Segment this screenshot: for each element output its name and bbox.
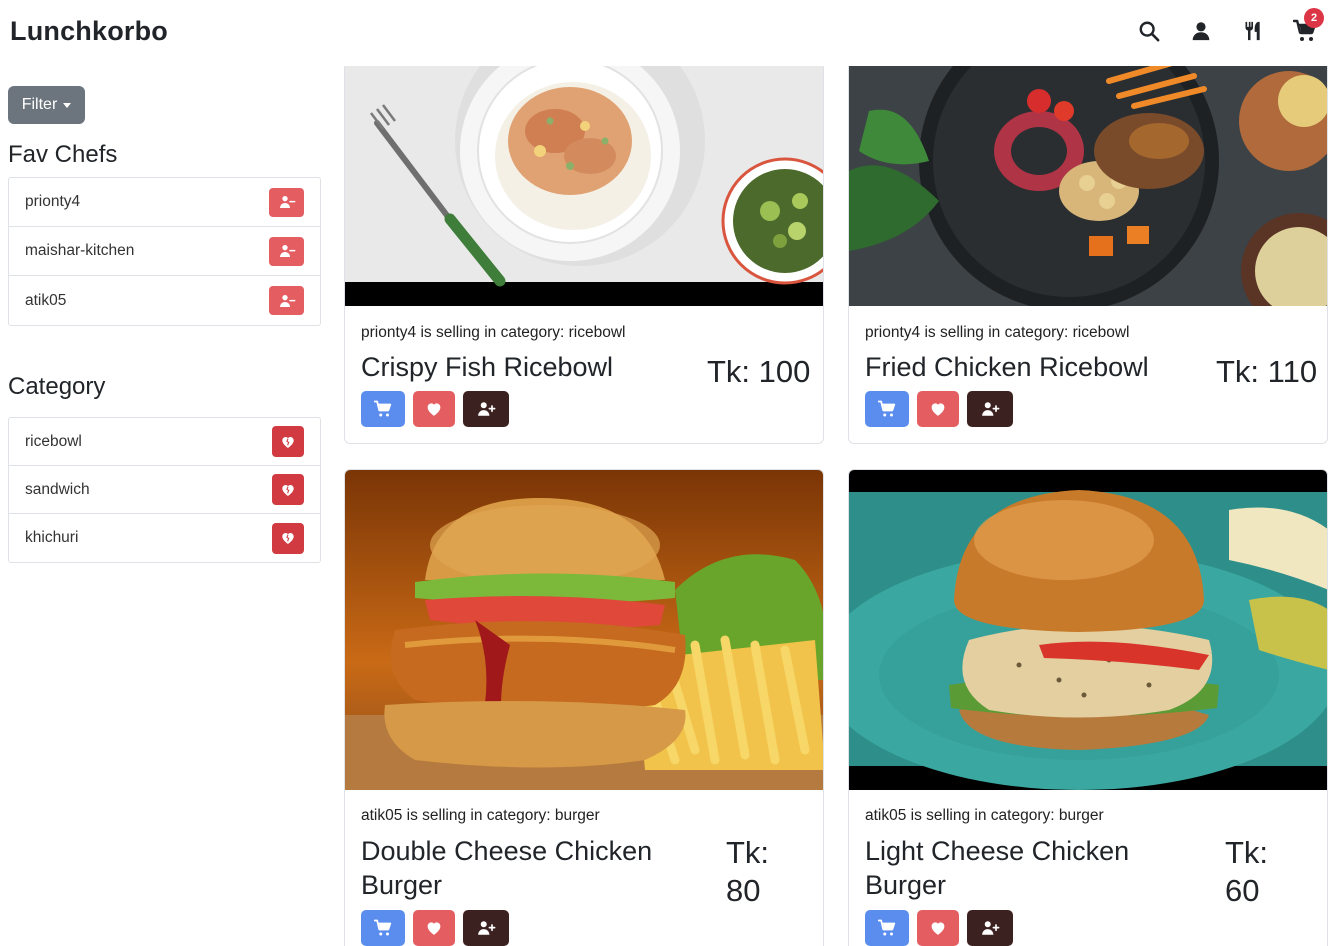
user-minus-icon	[278, 194, 296, 210]
category-item[interactable]: ricebowl	[9, 418, 320, 466]
heart-icon	[425, 400, 443, 418]
seller-info: atik05 is selling in category: burger	[361, 807, 600, 824]
favorite-button[interactable]	[917, 910, 959, 946]
category-name: ricebowl	[25, 432, 82, 450]
seller-info: prionty4 is selling in category: ricebow…	[865, 324, 1130, 341]
user-minus-icon	[278, 293, 296, 309]
add-to-cart-button[interactable]	[361, 910, 405, 946]
product-price: Tk: 80	[726, 834, 769, 910]
product-name: Double Cheese Chicken Burger	[361, 834, 652, 902]
favorite-button[interactable]	[917, 391, 959, 427]
product-name: Light Cheese Chicken Burger	[865, 834, 1129, 902]
category-name: sandwich	[25, 480, 90, 498]
user-minus-icon	[278, 243, 296, 259]
user-plus-icon	[980, 919, 1000, 937]
seller-info: atik05 is selling in category: burger	[865, 807, 1104, 824]
chef-name: prionty4	[25, 193, 81, 210]
heart-icon	[929, 919, 947, 937]
unfollow-chef-button[interactable]	[269, 286, 304, 315]
chef-item[interactable]: atik05	[9, 276, 320, 325]
cart-icon	[374, 400, 392, 418]
user-plus-icon	[980, 400, 1000, 418]
caret-down-icon	[63, 102, 72, 108]
product-price: Tk: 100	[707, 354, 811, 389]
unfollow-chef-button[interactable]	[269, 187, 304, 217]
broken-heart-icon	[280, 434, 296, 450]
product-name-line: Burger	[865, 870, 947, 900]
product-price: Tk: 60	[1225, 834, 1268, 910]
product-card: atik05 is selling in category: burger Do…	[344, 469, 824, 946]
heart-icon	[425, 919, 443, 937]
brand-logo[interactable]: Lunchkorbo	[10, 16, 168, 47]
follow-chef-button[interactable]	[463, 910, 509, 946]
chef-name: maishar-kitchen	[25, 242, 135, 259]
product-image[interactable]	[849, 470, 1327, 790]
add-to-cart-button[interactable]	[361, 391, 405, 427]
card-actions	[865, 391, 1013, 427]
product-image[interactable]	[345, 41, 823, 306]
product-name: Crispy Fish Ricebowl	[361, 352, 614, 382]
product-name-line: Double Cheese Chicken	[361, 836, 653, 866]
chef-item[interactable]: prionty4	[9, 178, 320, 227]
product-name: Fried Chicken Ricebowl	[865, 352, 1149, 382]
fav-chefs-heading: Fav Chefs	[8, 141, 118, 168]
nav-icons: 2	[1136, 8, 1324, 46]
unfav-category-button[interactable]	[272, 426, 304, 457]
add-to-cart-button[interactable]	[865, 391, 909, 427]
card-actions	[361, 910, 509, 946]
filter-label: Filter	[21, 96, 58, 113]
category-item[interactable]: sandwich	[9, 466, 320, 514]
product-name-line: Burger	[361, 870, 443, 900]
category-name: khichuri	[25, 529, 79, 546]
price-value: 60	[1225, 873, 1260, 908]
price-value: 80	[726, 873, 761, 908]
product-image[interactable]	[849, 41, 1327, 306]
search-icon[interactable]	[1136, 16, 1162, 46]
chef-name: atik05	[25, 291, 67, 309]
cart-icon	[878, 400, 896, 418]
category-item[interactable]: khichuri	[9, 514, 320, 562]
user-icon[interactable]	[1188, 16, 1214, 46]
category-list: ricebowl sandwich khichuri	[8, 417, 321, 563]
favorite-button[interactable]	[413, 391, 455, 427]
chef-item[interactable]: maishar-kitchen	[9, 227, 320, 276]
card-actions	[865, 910, 1013, 946]
user-plus-icon	[476, 400, 496, 418]
heart-icon	[929, 400, 947, 418]
broken-heart-icon	[280, 482, 296, 498]
product-card: prionty4 is selling in category: ricebow…	[848, 40, 1328, 444]
fav-chefs-list: prionty4 maishar-kitchen atik05	[8, 177, 321, 326]
product-price: Tk: 110	[1216, 354, 1318, 389]
top-navbar: Lunchkorbo 2	[0, 0, 1338, 66]
follow-chef-button[interactable]	[967, 910, 1013, 946]
product-name-line: Light Cheese Chicken	[865, 836, 1130, 866]
filter-dropdown-button[interactable]: Filter	[8, 86, 85, 124]
broken-heart-icon	[280, 530, 296, 546]
product-image[interactable]	[345, 470, 823, 790]
utensils-icon[interactable]	[1240, 16, 1266, 46]
follow-chef-button[interactable]	[463, 391, 509, 427]
cart-count-badge: 2	[1304, 8, 1324, 28]
price-label: Tk:	[1225, 835, 1269, 870]
cart-icon	[374, 919, 392, 937]
card-actions	[361, 391, 509, 427]
user-plus-icon	[476, 919, 496, 937]
product-card: atik05 is selling in category: burger Li…	[848, 469, 1328, 946]
add-to-cart-button[interactable]	[865, 910, 909, 946]
unfav-category-button[interactable]	[272, 474, 304, 505]
seller-info: prionty4 is selling in category: ricebow…	[361, 324, 626, 341]
cart-icon	[878, 919, 896, 937]
cart-icon[interactable]: 2	[1292, 8, 1324, 46]
follow-chef-button[interactable]	[967, 391, 1013, 427]
favorite-button[interactable]	[413, 910, 455, 946]
product-card: prionty4 is selling in category: ricebow…	[344, 40, 824, 444]
category-heading: Category	[8, 373, 106, 400]
unfollow-chef-button[interactable]	[269, 236, 304, 266]
price-label: Tk:	[726, 835, 770, 870]
unfav-category-button[interactable]	[272, 522, 304, 554]
